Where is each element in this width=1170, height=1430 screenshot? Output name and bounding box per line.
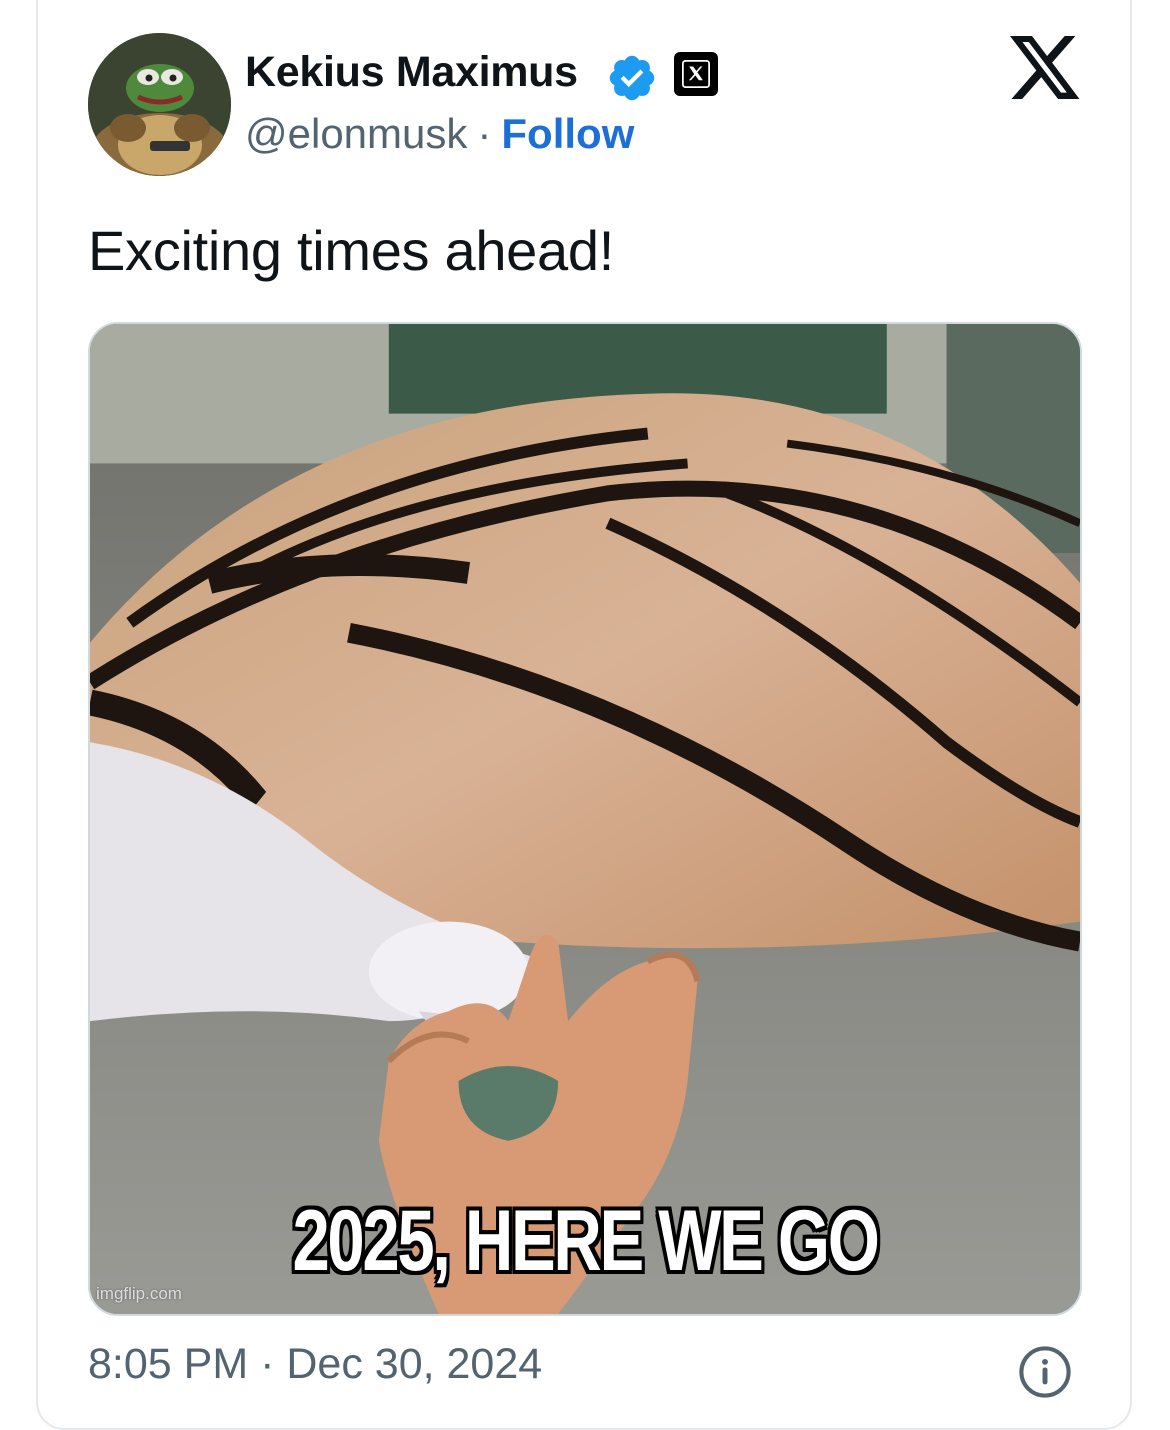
tweet-time: 8:05 PM (88, 1340, 249, 1388)
handle-row: @elonmusk · Follow (245, 110, 634, 158)
avatar[interactable] (88, 33, 231, 176)
time-separator: · (260, 1340, 275, 1388)
verified-badge-icon (609, 55, 655, 101)
tweet-text: Exciting times ahead! (88, 219, 614, 282)
timestamp[interactable]: 8:05 PM · Dec 30, 2024 (88, 1340, 542, 1389)
meme-caption: 2025, HERE WE GO (292, 1193, 879, 1289)
author-name[interactable]: Kekius Maximus (245, 48, 578, 97)
x-logo-icon[interactable] (1010, 36, 1082, 102)
tweet-date: Dec 30, 2024 (286, 1340, 543, 1388)
info-icon[interactable] (1018, 1345, 1072, 1399)
tweet-media-image[interactable]: 2025, HERE WE GO imgflip.com (88, 322, 1082, 1316)
imgflip-watermark: imgflip.com (96, 1284, 182, 1303)
author-handle[interactable]: @elonmusk (245, 110, 467, 157)
meme-picture (90, 324, 1080, 1314)
follow-button[interactable]: Follow (501, 110, 634, 157)
separator-dot: · (477, 110, 492, 157)
x-affiliate-icon (674, 52, 718, 96)
